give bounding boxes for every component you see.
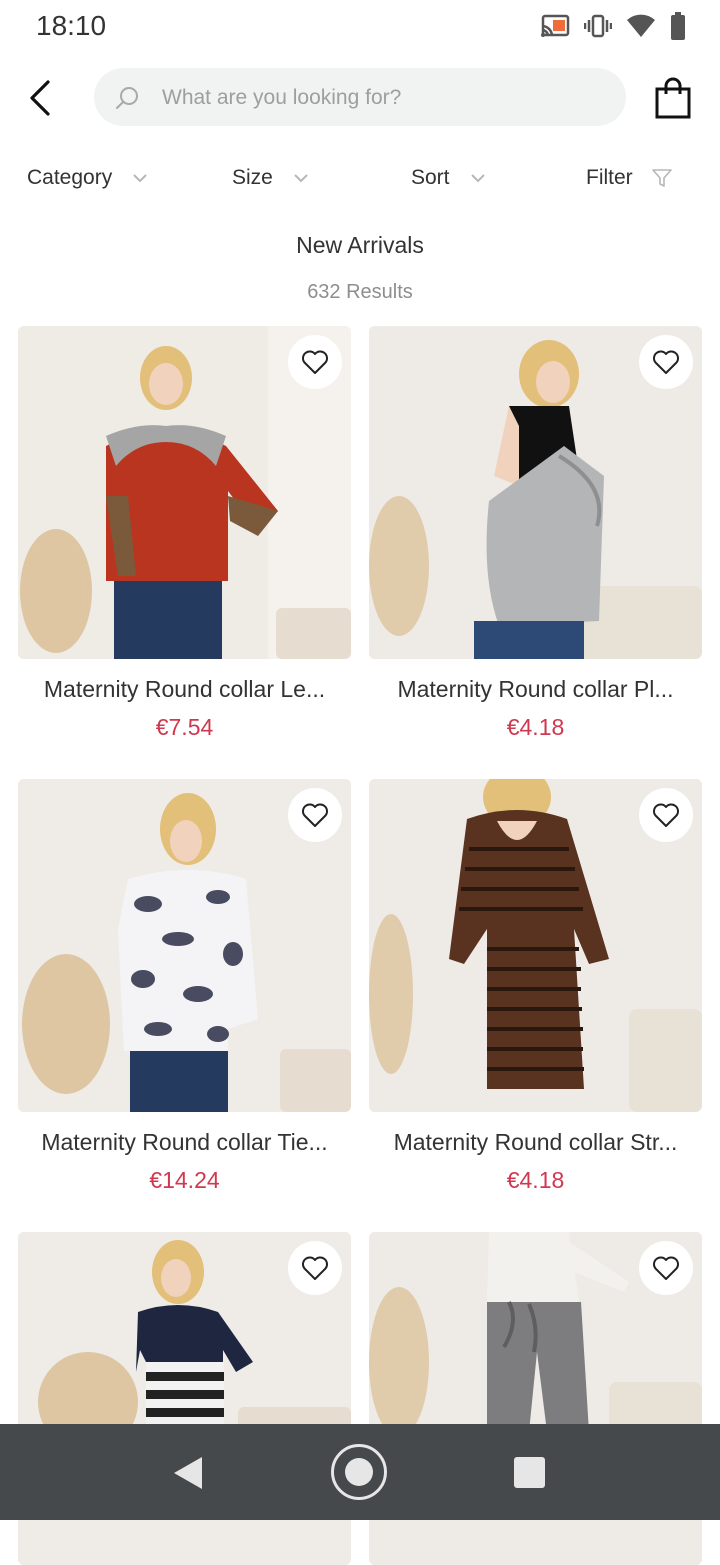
favorite-button[interactable]: [639, 788, 693, 842]
battery-icon: [670, 12, 686, 45]
product-card[interactable]: Maternity Round collar Tie... €14.24: [18, 779, 351, 1193]
system-navigation-bar: [0, 1424, 720, 1520]
heart-icon: [653, 1256, 679, 1280]
shopping-bag-button[interactable]: [652, 76, 694, 120]
product-card[interactable]: Maternity Round collar Pl... €4.18: [369, 326, 702, 740]
status-bar: 18:10: [0, 0, 720, 52]
status-icons: [540, 12, 686, 45]
chevron-down-icon: [294, 174, 308, 183]
home-circle-icon[interactable]: [331, 1444, 387, 1500]
product-image[interactable]: [369, 779, 702, 1112]
product-card[interactable]: Maternity Round collar Str... €4.18: [369, 779, 702, 1193]
category-dropdown[interactable]: Category: [27, 160, 148, 196]
results-count: 632 Results: [307, 281, 413, 303]
product-name[interactable]: Maternity Round collar Le...: [18, 676, 351, 703]
product-price: €4.18: [506, 714, 565, 740]
chevron-down-icon: [133, 174, 147, 183]
product-name[interactable]: Maternity Round collar Str...: [369, 1129, 702, 1156]
favorite-button[interactable]: [288, 335, 342, 389]
heart-icon: [653, 803, 679, 827]
product-card[interactable]: Maternity Round collar Le... €7.54: [18, 326, 351, 740]
wifi-icon: [626, 14, 656, 43]
cast-icon: [540, 14, 570, 43]
funnel-icon: [651, 169, 672, 187]
chevron-down-icon: [470, 174, 485, 183]
search-bar[interactable]: [94, 68, 626, 126]
search-icon: [116, 87, 138, 109]
product-image[interactable]: [369, 326, 702, 659]
product-price: €7.54: [155, 714, 214, 740]
favorite-button[interactable]: [639, 335, 693, 389]
heart-icon: [302, 803, 328, 827]
category-label: Category: [27, 166, 113, 189]
heart-icon: [653, 350, 679, 374]
sort-label: Sort: [411, 166, 450, 189]
size-label: Size: [232, 166, 273, 189]
favorite-button[interactable]: [288, 788, 342, 842]
favorite-button[interactable]: [639, 1241, 693, 1295]
filter-button[interactable]: Filter: [586, 160, 673, 196]
vibrate-icon: [583, 14, 613, 43]
shopping-bag-icon: [655, 77, 691, 119]
search-input[interactable]: [160, 78, 604, 118]
chevron-left-icon: [30, 80, 50, 116]
product-image[interactable]: [18, 779, 351, 1112]
heart-icon: [302, 350, 328, 374]
product-name[interactable]: Maternity Round collar Tie...: [18, 1129, 351, 1156]
product-price: €14.24: [149, 1167, 220, 1193]
favorite-button[interactable]: [288, 1241, 342, 1295]
recents-square-icon[interactable]: [514, 1457, 545, 1488]
back-button[interactable]: [22, 76, 62, 120]
product-name[interactable]: Maternity Round collar Pl...: [369, 676, 702, 703]
back-triangle-icon[interactable]: [172, 1456, 204, 1495]
filter-label: Filter: [586, 166, 633, 189]
size-dropdown[interactable]: Size: [232, 160, 309, 196]
product-price: €4.18: [506, 1167, 565, 1193]
sort-dropdown[interactable]: Sort: [411, 160, 486, 196]
page-title: New Arrivals: [296, 232, 424, 258]
status-time: 18:10: [36, 10, 107, 41]
heart-icon: [302, 1256, 328, 1280]
product-image[interactable]: [18, 326, 351, 659]
